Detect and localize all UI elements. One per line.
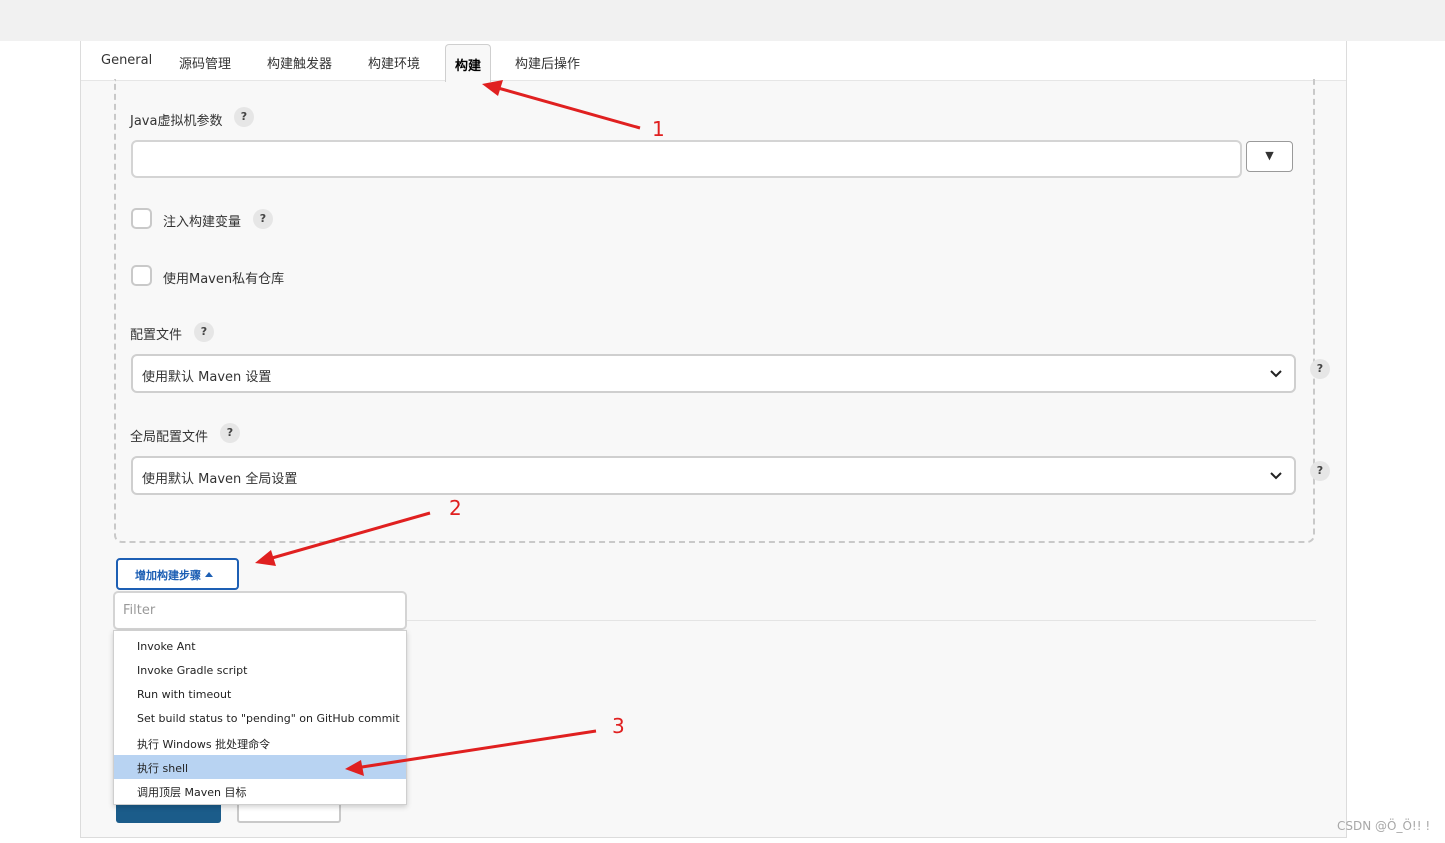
menu-item-execute-shell[interactable]: 执行 shell: [114, 755, 406, 779]
settings-file-select[interactable]: 使用默认 Maven 设置: [131, 354, 1296, 393]
caret-up-icon: [205, 572, 213, 577]
triangle-down-icon: ▼: [1265, 149, 1274, 162]
menu-item-run-with-timeout[interactable]: Run with timeout: [114, 683, 406, 707]
build-step-menu: Invoke Ant Invoke Gradle script Run with…: [113, 630, 407, 805]
settings-file-label: 配置文件: [130, 328, 183, 343]
config-panel: General 源码管理 构建触发器 构建环境 构建 构建后操作 Java虚拟机…: [80, 41, 1347, 838]
expand-textarea-button[interactable]: ▼: [1246, 141, 1293, 172]
private-repo-checkbox[interactable]: [131, 265, 152, 286]
top-bar: [0, 0, 1445, 41]
help-icon[interactable]: ?: [1310, 359, 1330, 379]
global-settings-select[interactable]: 使用默认 Maven 全局设置: [131, 456, 1296, 495]
settings-file-value: 使用默认 Maven 设置: [142, 370, 272, 385]
inject-build-variables-label: 注入构建变量: [163, 215, 242, 230]
annotation-number-2: 2: [449, 496, 462, 520]
jvm-options-input[interactable]: [131, 140, 1242, 178]
add-build-step-label: 增加构建步骤: [135, 569, 201, 582]
chevron-down-icon: [1270, 472, 1282, 480]
global-settings-label: 全局配置文件: [130, 430, 209, 445]
annotation-number-3: 3: [612, 714, 625, 738]
tab-bar: General 源码管理 构建触发器 构建环境 构建 构建后操作: [81, 41, 1346, 82]
tab-general[interactable]: General: [101, 53, 152, 68]
tab-build[interactable]: 构建: [445, 44, 492, 82]
tab-post-build[interactable]: 构建后操作: [515, 53, 580, 72]
menu-item-maven-targets[interactable]: 调用顶层 Maven 目标: [114, 779, 406, 803]
jvm-options-label: Java虚拟机参数: [130, 114, 223, 129]
help-icon[interactable]: ?: [253, 209, 273, 229]
tab-build-environment[interactable]: 构建环境: [368, 53, 420, 72]
tab-build-triggers[interactable]: 构建触发器: [267, 53, 332, 72]
filter-input[interactable]: Filter: [113, 591, 407, 630]
menu-item-windows-batch[interactable]: 执行 Windows 批处理命令: [114, 731, 406, 755]
chevron-down-icon: [1270, 370, 1282, 378]
menu-item-github-pending-status[interactable]: Set build status to "pending" on GitHub …: [114, 707, 406, 731]
menu-item-invoke-ant[interactable]: Invoke Ant: [114, 635, 406, 659]
tab-source-control[interactable]: 源码管理: [179, 53, 231, 72]
help-icon[interactable]: ?: [1310, 461, 1330, 481]
help-icon[interactable]: ?: [234, 107, 254, 127]
watermark: CSDN @Ö_Ö!! !: [1337, 819, 1431, 833]
add-build-step-button[interactable]: 增加构建步骤: [116, 558, 239, 590]
menu-item-invoke-gradle[interactable]: Invoke Gradle script: [114, 659, 406, 683]
help-icon[interactable]: ?: [220, 423, 240, 443]
annotation-number-1: 1: [652, 117, 665, 141]
global-settings-value: 使用默认 Maven 全局设置: [142, 472, 298, 487]
inject-build-variables-checkbox[interactable]: [131, 208, 152, 229]
private-repo-label: 使用Maven私有仓库: [163, 272, 285, 287]
help-icon[interactable]: ?: [194, 322, 214, 342]
divider: [407, 620, 1316, 621]
